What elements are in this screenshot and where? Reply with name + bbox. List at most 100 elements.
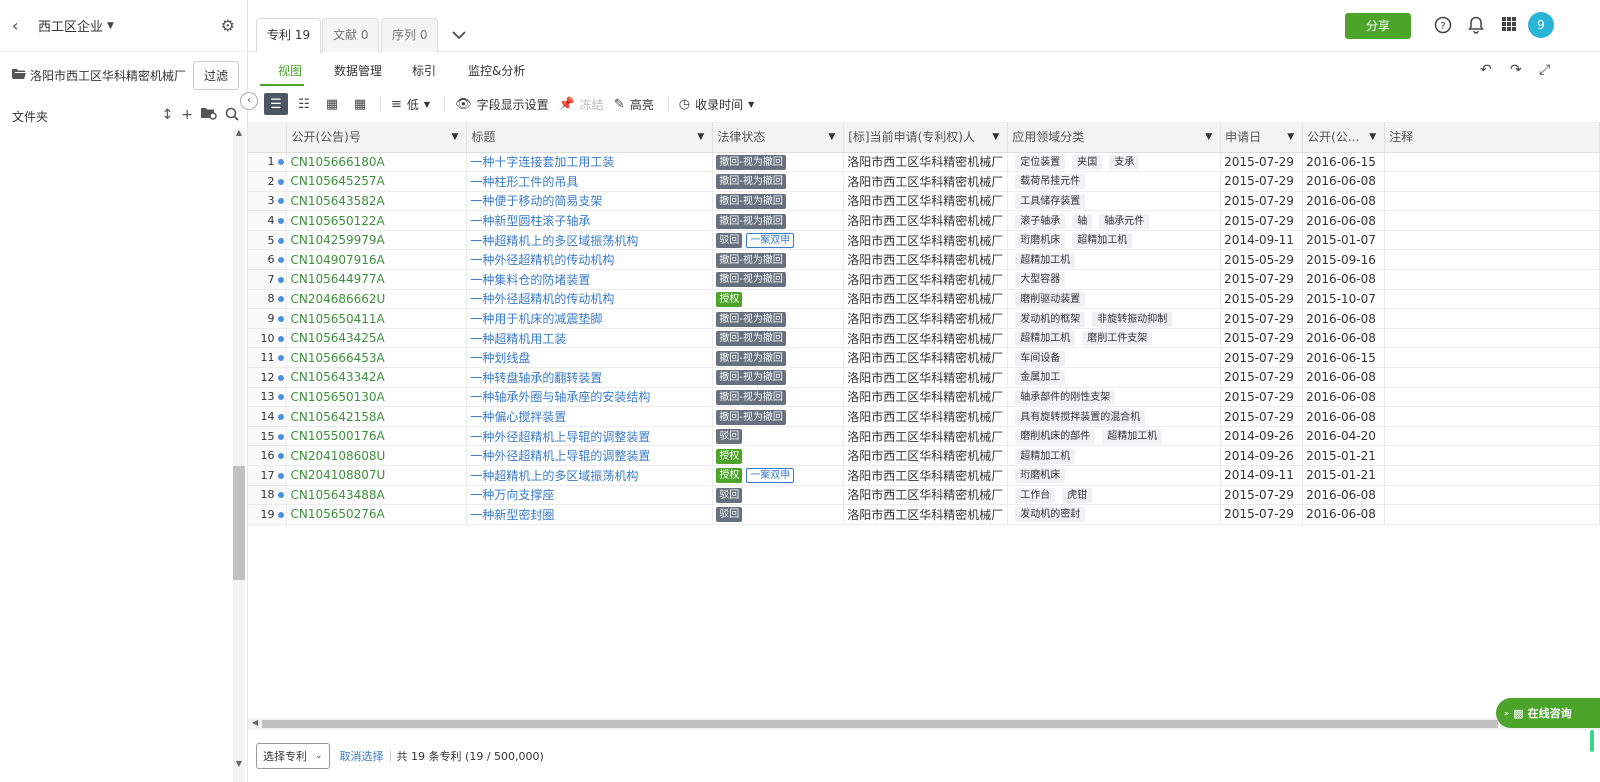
- table-row[interactable]: 17 CN204108807U 一种超精机上的多区域振荡机构 授权 一案双申 洛阳市西工区…: [248, 465, 1600, 486]
- cancel-selection-link[interactable]: 取消选择: [340, 748, 384, 764]
- row-index[interactable]: 11: [248, 347, 288, 369]
- table-row[interactable]: 10 CN105643425A 一种超精机用工装 撤回-视为撤回 洛阳市西工区华科精密机…: [248, 328, 1600, 349]
- row-index[interactable]: 8: [248, 289, 288, 310]
- notes-cell[interactable]: [1384, 445, 1600, 466]
- row-index[interactable]: 12: [248, 367, 288, 388]
- row-index[interactable]: 7: [248, 269, 288, 290]
- notes-cell[interactable]: [1384, 347, 1600, 369]
- notes-cell[interactable]: [1384, 367, 1600, 388]
- publication-number-link[interactable]: CN105644977A: [286, 269, 468, 290]
- table-row[interactable]: 5 CN104259979A 一种超精机上的多区域振荡机构 驳回 一案双申 洛阳市西工区华…: [248, 230, 1600, 251]
- row-index[interactable]: 19: [248, 504, 288, 525]
- column-header-application-date[interactable]: 申请日 ▼: [1220, 122, 1304, 153]
- notes-cell[interactable]: [1384, 269, 1600, 290]
- patent-title-link[interactable]: 一种新型圆柱滚子轴承: [466, 210, 714, 231]
- freeze-button[interactable]: 📌 冻结: [559, 93, 604, 115]
- notes-cell[interactable]: [1384, 308, 1600, 329]
- row-index[interactable]: 10: [248, 328, 288, 349]
- tab-patents[interactable]: 专利 19: [256, 18, 322, 53]
- subtab-monitoring-analysis[interactable]: 监控&分析: [468, 62, 525, 79]
- column-header-publication-date[interactable]: 公开(公... ▼: [1302, 122, 1386, 153]
- caret-down-icon[interactable]: ▼: [107, 21, 114, 31]
- publication-number-link[interactable]: CN105643582A: [286, 191, 468, 212]
- horizontal-scroll-thumb[interactable]: [262, 720, 1498, 728]
- patent-title-link[interactable]: 一种偏心搅拌装置: [466, 406, 714, 427]
- patent-title-link[interactable]: 一种十字连接套加工用工装: [466, 152, 714, 173]
- publication-number-link[interactable]: CN105643488A: [286, 485, 468, 506]
- row-index[interactable]: 9: [248, 308, 288, 329]
- sidebar-scroll-thumb[interactable]: [233, 466, 245, 580]
- table-row[interactable]: 11 CN105666453A 一种划线盘 撤回-视为撤回 洛阳市西工区华科精密机械厂车…: [248, 347, 1600, 369]
- table-row[interactable]: 4 CN105650122A 一种新型圆柱滚子轴承 撤回-视为撤回 洛阳市西工区华科精密…: [248, 210, 1600, 231]
- patent-title-link[interactable]: 一种轴承外圈与轴承座的安装结构: [466, 387, 714, 408]
- folder-settings-icon[interactable]: [201, 107, 217, 125]
- patent-title-link[interactable]: 一种万向支撑座: [466, 485, 714, 506]
- row-index[interactable]: 15: [248, 426, 288, 447]
- publication-number-link[interactable]: CN204686662U: [286, 289, 468, 310]
- filter-button[interactable]: 过滤: [192, 60, 239, 90]
- row-index[interactable]: 5: [248, 230, 288, 251]
- sort-caret-icon[interactable]: ▼: [1287, 132, 1294, 142]
- column-header-title[interactable]: 标题 ▼: [466, 122, 714, 153]
- patent-title-link[interactable]: 一种用于机床的减震垫脚: [466, 308, 714, 329]
- row-index[interactable]: 18: [248, 485, 288, 506]
- notes-cell[interactable]: [1384, 328, 1600, 349]
- highlight-button[interactable]: ✎ 高亮: [614, 93, 654, 115]
- publication-number-link[interactable]: CN105666180A: [286, 152, 468, 173]
- notes-cell[interactable]: [1384, 289, 1600, 310]
- publication-number-link[interactable]: CN204108608U: [286, 445, 468, 466]
- row-index[interactable]: 2: [248, 171, 288, 192]
- table-row[interactable]: 6 CN104907916A 一种外径超精机的传动机构 撤回-视为撤回 洛阳市西工区华科…: [248, 249, 1600, 271]
- horizontal-scrollbar[interactable]: ◀: [248, 718, 1600, 730]
- subtab-data-management[interactable]: 数据管理: [334, 62, 382, 79]
- notes-cell[interactable]: [1384, 485, 1600, 506]
- column-header-application-field[interactable]: 应用领域分类 ▼: [1007, 122, 1222, 153]
- project-name[interactable]: 洛阳市西工区华科精密机械厂: [30, 67, 186, 84]
- help-icon[interactable]: ?: [1434, 16, 1452, 38]
- table-row[interactable]: 8 CN204686662U 一种外径超精机的传动机构 授权 洛阳市西工区华科精密机械厂…: [248, 289, 1600, 310]
- sort-caret-icon[interactable]: ▼: [451, 132, 458, 142]
- patent-title-link[interactable]: 一种划线盘: [466, 347, 714, 369]
- sidebar-scrollbar[interactable]: ▲ ▼: [233, 128, 245, 782]
- table-row[interactable]: 12 CN105643342A 一种转盘轴承的翻转装置 撤回-视为撤回 洛阳市西工区华科…: [248, 367, 1600, 388]
- patent-title-link[interactable]: 一种外径超精机上导辊的调整装置: [466, 445, 714, 466]
- notes-cell[interactable]: [1384, 210, 1600, 231]
- workspace-title[interactable]: 西工区企业: [38, 16, 103, 35]
- redo-icon[interactable]: ↷: [1510, 62, 1522, 78]
- publication-number-link[interactable]: CN104259979A: [286, 230, 468, 251]
- publication-number-link[interactable]: CN105643342A: [286, 367, 468, 388]
- patent-title-link[interactable]: 一种超精机上的多区域振荡机构: [466, 230, 714, 251]
- patent-title-link[interactable]: 一种集料仓的防堵装置: [466, 269, 714, 290]
- row-index[interactable]: 13: [248, 387, 288, 408]
- table-row[interactable]: 3 CN105643582A 一种便于移动的简易支架 撤回-视为撤回 洛阳市西工区华科精…: [248, 191, 1600, 212]
- sort-caret-icon[interactable]: ▼: [1369, 132, 1376, 142]
- notes-cell[interactable]: [1384, 406, 1600, 427]
- notes-cell[interactable]: [1384, 171, 1600, 192]
- publication-number-link[interactable]: CN105650276A: [286, 504, 468, 525]
- patent-title-link[interactable]: 一种柱形工件的吊具: [466, 171, 714, 192]
- table-row[interactable]: 14 CN105642158A 一种偏心搅拌装置 撤回-视为撤回 洛阳市西工区华科精密机…: [248, 406, 1600, 427]
- sort-updown-icon[interactable]: ↕: [162, 107, 174, 125]
- table-row[interactable]: 18 CN105643488A 一种万向支撑座 驳回 洛阳市西工区华科精密机械厂 工作台虎…: [248, 485, 1600, 506]
- add-icon[interactable]: +: [181, 107, 193, 125]
- notes-cell[interactable]: [1384, 387, 1600, 408]
- notes-cell[interactable]: [1384, 504, 1600, 525]
- notes-cell[interactable]: [1384, 426, 1600, 447]
- publication-number-link[interactable]: CN105650122A: [286, 210, 468, 231]
- publication-number-link[interactable]: CN204108807U: [286, 465, 468, 486]
- scroll-down-icon[interactable]: ▼: [233, 759, 245, 768]
- sort-caret-icon[interactable]: ▼: [828, 132, 835, 142]
- notes-cell[interactable]: [1384, 465, 1600, 486]
- table-row[interactable]: 2 CN105645257A 一种柱形工件的吊具 撤回-视为撤回 洛阳市西工区华科精密机…: [248, 171, 1600, 192]
- detail-view-icon[interactable]: ☷: [292, 93, 316, 115]
- table-row[interactable]: 1 CN105666180A 一种十字连接套加工用工装 撤回-视为撤回 洛阳市西工区华科…: [248, 152, 1600, 173]
- table-row[interactable]: 7 CN105644977A 一种集料仓的防堵装置 撤回-视为撤回 洛阳市西工区华科精密…: [248, 269, 1600, 290]
- column-header-notes[interactable]: 注释: [1384, 122, 1600, 153]
- sort-caret-icon[interactable]: ▼: [697, 132, 704, 142]
- row-index[interactable]: 6: [248, 249, 288, 271]
- row-index[interactable]: 16: [248, 445, 288, 466]
- density-dropdown[interactable]: ≡ 低 ▼: [391, 93, 430, 115]
- patent-title-link[interactable]: 一种超精机上的多区域振荡机构: [466, 465, 714, 486]
- select-patents-dropdown[interactable]: 选择专利 ⌄: [256, 743, 330, 769]
- collapse-sidebar-icon[interactable]: ‹: [240, 92, 258, 110]
